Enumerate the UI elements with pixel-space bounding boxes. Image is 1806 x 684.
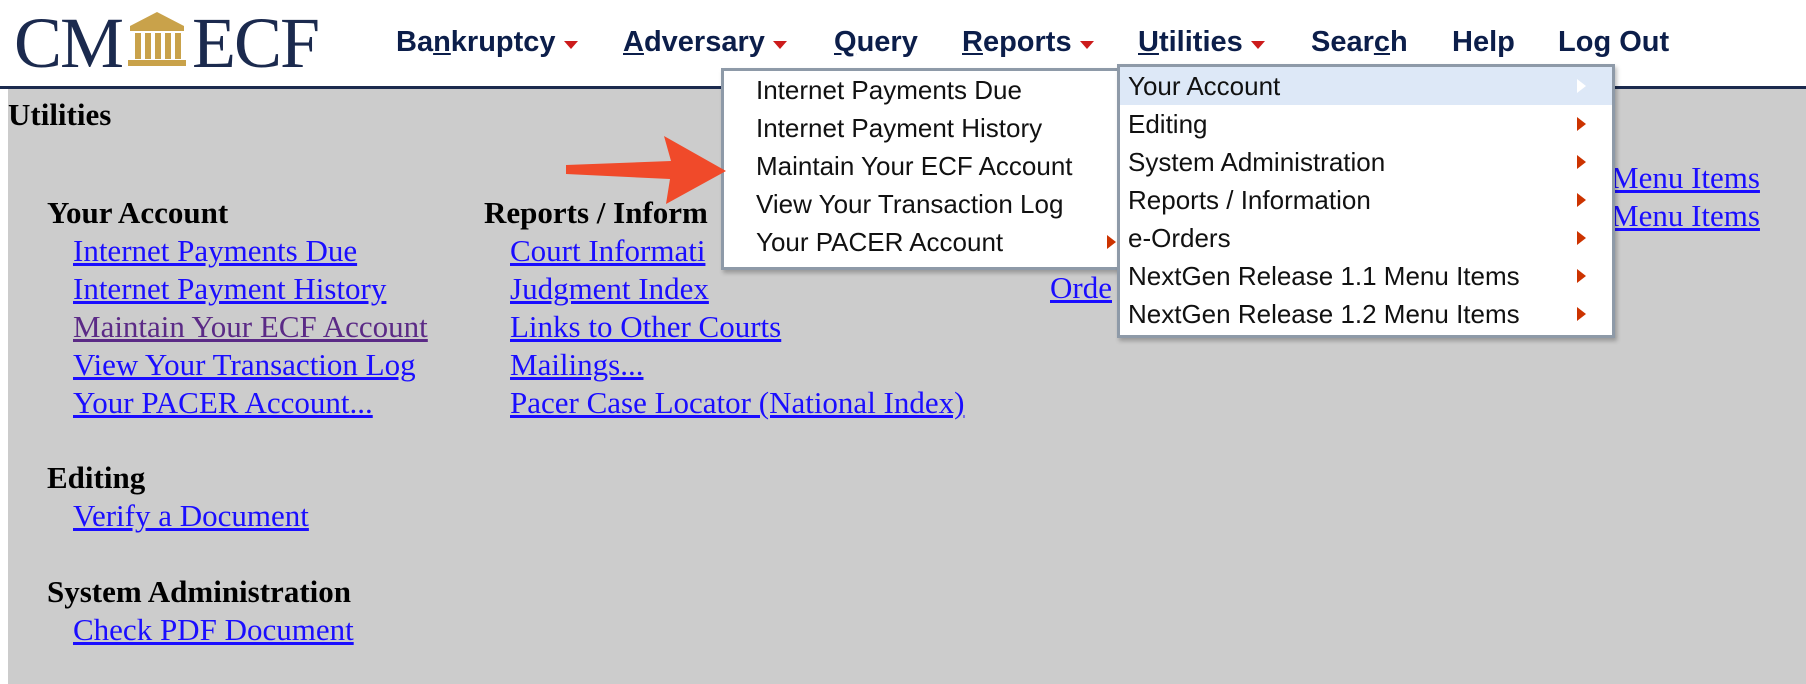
- link-your-pacer-account[interactable]: Your PACER Account...: [73, 384, 428, 422]
- menu-item-label: Reports / Information: [1128, 185, 1371, 215]
- menu-utilities-hotkey: U: [1138, 26, 1159, 58]
- chevron-right-icon: [1107, 235, 1116, 249]
- menu-reports-hotkey: R: [962, 26, 983, 58]
- utilities-dropdown: Your Account Editing System Administrati…: [1117, 64, 1615, 338]
- menu-adversary[interactable]: Adversary: [623, 26, 787, 59]
- menu-search[interactable]: Search: [1311, 26, 1408, 59]
- arrow-pointer-icon: [566, 136, 726, 204]
- link-judgment-index[interactable]: Judgment Index: [510, 270, 964, 308]
- link-menu-items-partial[interactable]: Menu Items: [1611, 198, 1760, 234]
- chevron-right-icon: [1577, 117, 1586, 131]
- menu-item-maintain-ecf-account[interactable]: Maintain Your ECF Account: [724, 147, 1142, 185]
- section-your-account: Your Account Internet Payments Due Inter…: [47, 194, 428, 422]
- section-heading: Editing: [47, 460, 146, 495]
- courthouse-icon: [126, 8, 188, 70]
- menu-item-editing[interactable]: Editing: [1120, 105, 1612, 143]
- chevron-down-icon: [563, 41, 578, 50]
- menu-item-internet-payments-due[interactable]: Internet Payments Due: [724, 71, 1142, 109]
- chevron-right-icon: [1577, 231, 1586, 245]
- chevron-down-icon: [1079, 41, 1094, 50]
- chevron-right-icon: [1577, 307, 1586, 321]
- link-mailings[interactable]: Mailings...: [510, 346, 964, 384]
- menu-bankruptcy[interactable]: Bankruptcy: [396, 26, 578, 59]
- menu-utilities[interactable]: Utilities: [1138, 26, 1265, 59]
- menu-logout-label-b: Out: [1611, 26, 1670, 58]
- menu-item-label: System Administration: [1128, 147, 1386, 177]
- menu-item-e-orders[interactable]: e-Orders: [1120, 219, 1612, 257]
- menu-item-reports-information[interactable]: Reports / Information: [1120, 181, 1612, 219]
- chevron-down-icon: [772, 41, 787, 50]
- chevron-right-icon: [1577, 269, 1586, 283]
- menu-item-label: NextGen Release 1.1 Menu Items: [1128, 261, 1520, 291]
- section-heading: System Administration: [47, 574, 351, 609]
- menu-adversary-hotkey: A: [623, 26, 644, 58]
- menu-reports[interactable]: Reports: [962, 26, 1094, 59]
- link-view-transaction-log[interactable]: View Your Transaction Log: [73, 346, 428, 384]
- link-other-courts[interactable]: Links to Other Courts: [510, 308, 964, 346]
- menu-search-label-b: h: [1390, 26, 1408, 58]
- menu-logout-label-a: Lo: [1558, 26, 1594, 58]
- section-editing: Editing Verify a Document: [47, 459, 309, 535]
- menu-item-label: e-Orders: [1128, 223, 1231, 253]
- menu-logout-hotkey: g: [1593, 26, 1612, 58]
- section-system-administration: System Administration Check PDF Document: [47, 573, 354, 649]
- menu-search-label-a: Sear: [1311, 26, 1374, 58]
- link-internet-payment-history[interactable]: Internet Payment History: [73, 270, 428, 308]
- menu-adversary-label-b: dversary: [643, 26, 765, 58]
- logo-text-left: CM: [14, 3, 124, 83]
- link-check-pdf-document[interactable]: Check PDF Document: [73, 611, 354, 649]
- menu-utilities-label-b: tilities: [1158, 26, 1243, 58]
- chevron-right-icon: [1577, 155, 1586, 169]
- menu-item-label: NextGen Release 1.2 Menu Items: [1128, 299, 1520, 329]
- menu-query-label-b: uery: [856, 26, 918, 58]
- logo-text-right: ECF: [192, 3, 320, 83]
- menu-item-system-administration[interactable]: System Administration: [1120, 143, 1612, 181]
- menu-logout[interactable]: Log Out: [1558, 26, 1669, 59]
- page-title: Utilities: [8, 97, 112, 132]
- chevron-right-icon: [1577, 193, 1586, 207]
- menu-bankruptcy-hotkey: n: [433, 26, 451, 58]
- link-maintain-ecf-account[interactable]: Maintain Your ECF Account: [73, 308, 428, 346]
- menu-item-view-transaction-log[interactable]: View Your Transaction Log: [724, 185, 1142, 223]
- menu-item-label: Your PACER Account: [756, 227, 1004, 257]
- menu-reports-label-b: eports: [982, 26, 1072, 58]
- menu-help[interactable]: Help: [1452, 26, 1515, 59]
- link-internet-payments-due[interactable]: Internet Payments Due: [73, 232, 428, 270]
- menu-item-label: Editing: [1128, 109, 1208, 139]
- section-heading: Your Account: [47, 195, 229, 230]
- link-verify-document[interactable]: Verify a Document: [73, 497, 309, 535]
- menu-query-hotkey: Q: [834, 26, 857, 58]
- menu-query[interactable]: Query: [834, 26, 918, 59]
- your-account-submenu: Internet Payments Due Internet Payment H…: [721, 68, 1145, 270]
- menu-bankruptcy-label-b: kruptcy: [450, 26, 556, 58]
- chevron-down-icon: [1250, 41, 1265, 50]
- menu-bankruptcy-label-a: Ba: [396, 26, 434, 58]
- chevron-right-icon: [1577, 79, 1586, 93]
- link-pacer-case-locator[interactable]: Pacer Case Locator (National Index): [510, 384, 964, 422]
- menu-item-internet-payment-history[interactable]: Internet Payment History: [724, 109, 1142, 147]
- menu-item-label: Your Account: [1128, 71, 1281, 101]
- menu-search-hotkey: c: [1373, 26, 1391, 58]
- cmecf-logo[interactable]: CM ECF: [14, 3, 320, 83]
- link-orders-partial[interactable]: Orde: [1050, 270, 1112, 306]
- menu-item-your-account[interactable]: Your Account: [1120, 67, 1612, 105]
- menu-item-nextgen-1-2[interactable]: NextGen Release 1.2 Menu Items: [1120, 295, 1612, 333]
- menu-item-your-pacer-account[interactable]: Your PACER Account: [724, 223, 1142, 261]
- link-menu-items-partial[interactable]: Menu Items: [1611, 160, 1760, 196]
- menu-item-nextgen-1-1[interactable]: NextGen Release 1.1 Menu Items: [1120, 257, 1612, 295]
